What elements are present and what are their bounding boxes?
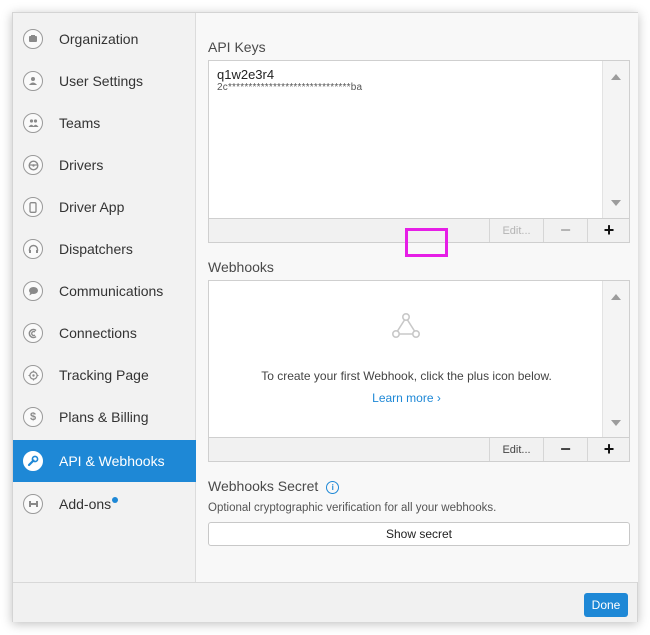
api-keys-add-button[interactable]: + — [587, 219, 630, 242]
sidebar-item-driver-app[interactable]: Driver App — [13, 186, 196, 228]
sidebar-item-label: Organization — [59, 31, 139, 47]
show-secret-button[interactable]: Show secret — [208, 522, 630, 546]
webhooks-title: Webhooks — [208, 259, 274, 275]
webhooks-scrollbar[interactable] — [602, 281, 629, 437]
sidebar-item-label: Connections — [59, 325, 137, 341]
sidebar-item-label: Add-ons — [59, 496, 112, 512]
steering-wheel-icon — [23, 155, 43, 175]
api-keys-list[interactable]: q1w2e3r4 2c*****************************… — [208, 60, 630, 219]
sidebar-item-label: User Settings — [59, 73, 144, 89]
sidebar: Organization User Settings Teams Drivers… — [13, 13, 196, 582]
sidebar-item-label: Driver App — [59, 199, 125, 215]
info-icon[interactable]: i — [326, 480, 340, 494]
settings-dialog: Organization User Settings Teams Drivers… — [12, 12, 638, 622]
chat-icon — [23, 281, 43, 301]
sidebar-item-label: Dispatchers — [59, 241, 133, 257]
scroll-down-icon[interactable] — [611, 200, 621, 206]
connections-icon — [23, 323, 43, 343]
webhooks-secret-label: Webhooks Secret — [208, 478, 319, 494]
main-content: API Keys q1w2e3r4 2c********************… — [197, 13, 638, 582]
webhooks-secret-description: Optional cryptographic verification for … — [208, 502, 497, 514]
sidebar-item-connections[interactable]: Connections — [13, 312, 196, 354]
sidebar-item-label: Plans & Billing — [59, 409, 149, 425]
scroll-up-icon[interactable] — [611, 294, 621, 300]
sidebar-item-label-wrap: Add-ons — [59, 496, 119, 512]
api-keys-scrollbar[interactable] — [602, 61, 629, 218]
sidebar-item-communications[interactable]: Communications — [13, 270, 196, 312]
learn-more-link[interactable]: Learn more › — [209, 391, 604, 405]
sidebar-item-api-webhooks[interactable]: API & Webhooks — [13, 440, 196, 482]
wrench-icon — [23, 451, 43, 471]
webhooks-secret-title: Webhooks Secret i — [208, 478, 340, 494]
phone-icon — [23, 197, 43, 217]
webhooks-add-button[interactable]: + — [587, 438, 630, 461]
user-icon — [23, 71, 43, 91]
scroll-down-icon[interactable] — [611, 420, 621, 426]
done-button[interactable]: Done — [584, 593, 628, 617]
addons-icon — [23, 494, 43, 514]
sidebar-item-label: Tracking Page — [59, 367, 149, 383]
api-keys-remove-button[interactable]: − — [543, 219, 587, 242]
webhooks-empty-message: To create your first Webhook, click the … — [261, 369, 552, 383]
notification-dot — [112, 497, 119, 503]
tracking-icon — [23, 365, 43, 385]
api-key-name: q1w2e3r4 — [217, 67, 275, 82]
api-keys-edit-button[interactable]: Edit... — [489, 219, 543, 242]
teams-icon — [23, 113, 43, 133]
webhooks-remove-button[interactable]: − — [543, 438, 587, 461]
webhooks-list[interactable]: To create your first Webhook, click the … — [208, 280, 630, 438]
sidebar-item-label: Communications — [59, 283, 164, 299]
sidebar-item-organization[interactable]: Organization — [13, 18, 196, 60]
sidebar-item-label: Drivers — [59, 157, 104, 173]
sidebar-item-add-ons[interactable]: Add-ons — [13, 483, 196, 525]
sidebar-item-dispatchers[interactable]: Dispatchers — [13, 228, 196, 270]
headset-icon — [23, 239, 43, 259]
highlight-box — [405, 228, 448, 257]
sidebar-item-teams[interactable]: Teams — [13, 102, 196, 144]
sidebar-item-label: Teams — [59, 115, 101, 131]
webhooks-edit-button[interactable]: Edit... — [489, 438, 543, 461]
sidebar-item-plans-billing[interactable]: $ Plans & Billing — [13, 396, 196, 438]
dollar-icon: $ — [23, 407, 43, 427]
webhooks-toolbar: Edit... − + — [208, 438, 630, 462]
sidebar-item-label: API & Webhooks — [59, 453, 165, 469]
sidebar-item-tracking-page[interactable]: Tracking Page — [13, 354, 196, 396]
dialog-footer: Done — [13, 582, 637, 622]
webhook-icon — [390, 311, 422, 346]
sidebar-item-user-settings[interactable]: User Settings — [13, 60, 196, 102]
scroll-up-icon[interactable] — [611, 74, 621, 80]
api-keys-title: API Keys — [208, 39, 266, 55]
sidebar-item-drivers[interactable]: Drivers — [13, 144, 196, 186]
api-key-value: 2c******************************ba — [217, 82, 363, 93]
organization-icon — [23, 29, 43, 49]
